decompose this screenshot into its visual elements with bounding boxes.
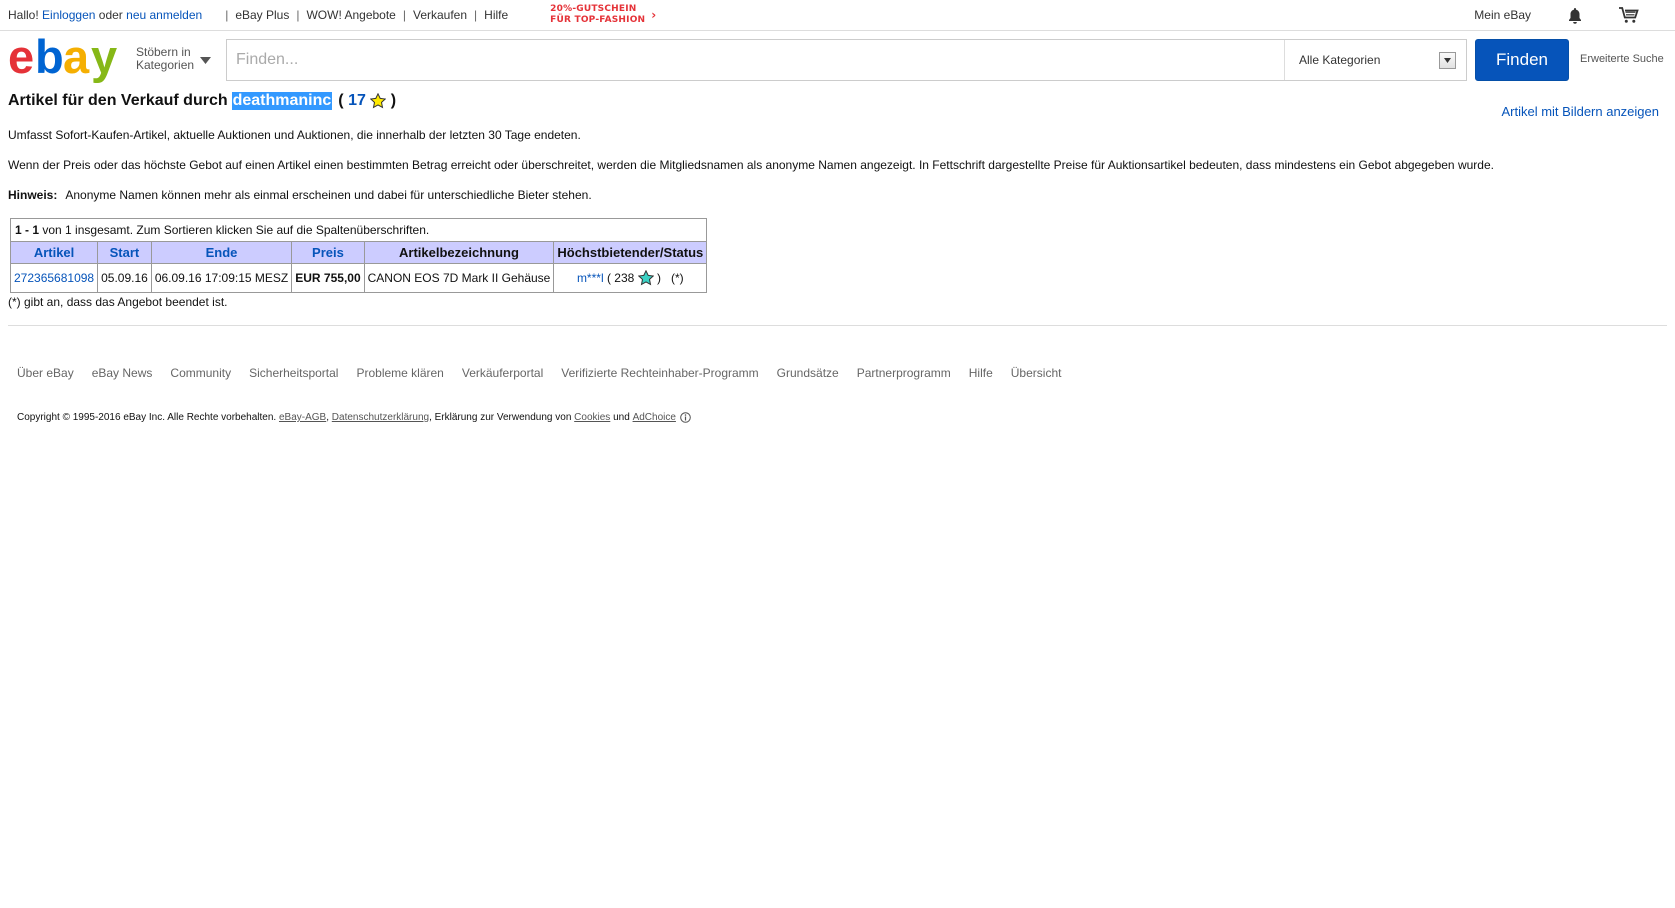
my-ebay-link[interactable]: Mein eBay <box>1474 8 1531 22</box>
item-status: (*) <box>671 271 684 285</box>
column-header-item[interactable]: Artikel <box>9 241 99 264</box>
footer-link-news[interactable]: eBay News <box>92 366 153 380</box>
title-prefix: Artikel für den Verkauf durch <box>8 92 228 109</box>
cart-icon[interactable] <box>1619 5 1639 25</box>
register-link[interactable]: neu anmelden <box>126 8 202 22</box>
footer-link-security[interactable]: Sicherheitsportal <box>249 366 338 380</box>
promo-line-2: FÜR TOP-FASHION <box>550 15 646 25</box>
column-header-title: Artikelbezeichnung <box>363 241 555 264</box>
footer-link-community[interactable]: Community <box>170 366 231 380</box>
nav-help[interactable]: Hilfe <box>484 8 508 22</box>
item-number-link[interactable]: 272365681098 <box>14 271 94 285</box>
seller-name-link[interactable]: deathmaninc <box>231 92 333 110</box>
yellow-star-icon[interactable] <box>370 93 387 109</box>
column-header-start[interactable]: Start <box>97 241 152 264</box>
title-row: Artikel für den Verkauf durch deathmanin… <box>8 87 1667 119</box>
copyright: Copyright © 1995-2016 eBay Inc. Alle Rec… <box>0 412 1675 423</box>
footer-links: Über eBay eBay News Community Sicherheit… <box>0 366 1675 380</box>
info-paragraph-2: Wenn der Preis oder das höchste Gebot au… <box>8 158 1494 172</box>
nav-wow-deals[interactable]: WOW! Angebote <box>306 8 395 22</box>
login-link[interactable]: Einloggen <box>42 8 95 22</box>
caret-down-icon <box>200 56 212 64</box>
search-button[interactable]: Finden <box>1475 39 1569 81</box>
promo-line-1: 20%-GUTSCHEIN <box>550 4 637 14</box>
cell-end: 06.09.16 17:09:15 MESZ <box>150 263 293 293</box>
feedback-score-link[interactable]: 17 <box>348 92 366 110</box>
footer-link-resolution[interactable]: Probleme klären <box>356 366 443 380</box>
hint-label: Hinweis: <box>8 188 58 202</box>
top-right-tools: Mein eBay <box>1474 0 1639 30</box>
main-content: Artikel für den Verkauf durch deathmanin… <box>0 87 1675 309</box>
cell-price: EUR 755,00 <box>291 263 365 293</box>
browse-categories[interactable]: Stöbern in Kategorien <box>136 46 212 72</box>
turquoise-star-icon[interactable] <box>637 270 654 286</box>
ebay-logo[interactable]: e b a y <box>8 35 126 85</box>
table-footnote: (*) gibt an, dass das Angebot beendet is… <box>8 295 228 309</box>
top-bar: Hallo! Einloggen oder neu anmelden | eBa… <box>0 0 1675 31</box>
search-box: Alle Kategorien <box>226 39 1467 81</box>
bidder-score: 238 <box>614 271 635 285</box>
show-with-pictures-link[interactable]: Artikel mit Bildern anzeigen <box>1501 104 1659 119</box>
column-header-price[interactable]: Preis <box>291 241 365 264</box>
cell-item-number: 272365681098 <box>9 263 99 293</box>
footer-link-sitemap[interactable]: Übersicht <box>1011 366 1062 380</box>
footer-link-seller-portal[interactable]: Verkäuferportal <box>462 366 543 380</box>
logo-letter-y: y <box>91 35 117 83</box>
adchoice-info-icon[interactable] <box>680 412 691 423</box>
and-text: und <box>613 412 630 423</box>
info-paragraph-1: Umfasst Sofort-Kaufen-Artikel, aktuelle … <box>8 128 581 142</box>
or-text: oder <box>98 8 123 22</box>
chevron-right-icon: › <box>651 7 657 22</box>
result-summary: 1 - 1 von 1 insgesamt. Zum Sortieren kli… <box>9 218 708 242</box>
browse-line-2: Kategorien <box>136 58 195 72</box>
greeting: Hallo! Einloggen oder neu anmelden <box>8 8 202 22</box>
header: e b a y Stöbern in Kategorien Alle Kateg… <box>0 31 1675 87</box>
logo-letter-a: a <box>63 35 90 83</box>
footer-link-help[interactable]: Hilfe <box>969 366 993 380</box>
top-nav: | eBay Plus | WOW! Angebote | Verkaufen … <box>225 8 509 22</box>
cell-title: CANON EOS 7D Mark II Gehäuse <box>363 263 555 293</box>
cell-start: 05.09.16 <box>97 263 152 293</box>
terms-link[interactable]: eBay-AGB <box>279 412 326 423</box>
hint-paragraph: Hinweis: Anonyme Namen können mehr als ei… <box>8 188 1667 202</box>
footer-link-policies[interactable]: Grundsätze <box>777 366 839 380</box>
logo-letter-e: e <box>8 35 33 83</box>
dropdown-arrow-icon[interactable] <box>1439 51 1456 69</box>
category-select[interactable]: Alle Kategorien <box>1284 40 1466 80</box>
nav-sell[interactable]: Verkaufen <box>413 8 467 22</box>
results-table: 1 - 1 von 1 insgesamt. Zum Sortieren kli… <box>9 218 708 293</box>
cookies-link[interactable]: Cookies <box>574 412 610 423</box>
footer-link-vero[interactable]: Verifizierte Rechteinhaber-Programm <box>561 366 758 380</box>
bell-icon[interactable] <box>1565 5 1585 25</box>
seller-feedback: ( 17 ) <box>338 92 397 110</box>
adchoice-link[interactable]: AdChoice <box>633 412 676 423</box>
summary-row: 1 - 1 von 1 insgesamt. Zum Sortieren kli… <box>9 218 708 242</box>
table-row: 272365681098 05.09.16 06.09.16 17:09:15 … <box>9 263 708 293</box>
category-value: Alle Kategorien <box>1299 53 1381 67</box>
header-row: Artikel Start Ende Preis Artikelbezeichn… <box>9 241 708 264</box>
footer-link-affiliates[interactable]: Partnerprogramm <box>857 366 951 380</box>
advanced-search-link[interactable]: Erweiterte Suche <box>1580 53 1664 65</box>
cookies-text: , Erklärung zur Verwendung von <box>429 412 572 423</box>
hint-text: Anonyme Namen können mehr als einmal ers… <box>65 188 592 202</box>
nav-ebay-plus[interactable]: eBay Plus <box>235 8 289 22</box>
bidder-link[interactable]: m***l <box>577 271 604 285</box>
divider <box>8 325 1667 326</box>
cell-bidder: m***l ( 238 ) (*) <box>553 263 708 293</box>
column-header-bidder: Höchstbietender/Status <box>553 241 708 264</box>
search-input[interactable] <box>227 40 1284 80</box>
greeting-text: Hallo! <box>8 8 39 22</box>
privacy-link[interactable]: Datenschutzerklärung <box>332 412 429 423</box>
page-title: Artikel für den Verkauf durch deathmanin… <box>8 92 396 110</box>
column-header-end[interactable]: Ende <box>150 241 293 264</box>
logo-letter-b: b <box>35 35 64 83</box>
copyright-text: Copyright © 1995-2016 eBay Inc. Alle Rec… <box>17 412 277 423</box>
footer-link-about[interactable]: Über eBay <box>17 366 74 380</box>
promo-banner[interactable]: 20%-GUTSCHEIN FÜR TOP-FASHION › <box>550 4 656 26</box>
